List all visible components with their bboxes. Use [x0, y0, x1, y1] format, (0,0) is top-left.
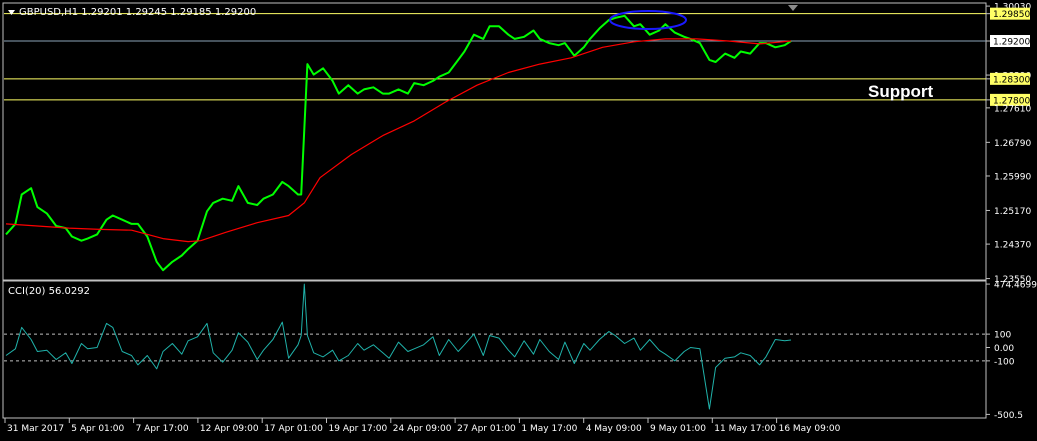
time-tick-label: 5 Apr 01:00 — [71, 424, 124, 434]
time-tick-label: 11 May 17:00 — [714, 424, 776, 434]
time-tick-label: 12 Apr 09:00 — [200, 424, 259, 434]
cci-axis: 474.4699 100 0.00 -100 -500.5 — [986, 281, 1037, 421]
price-chart[interactable]: 1.300301.298501.292001.283901.283001.278… — [0, 0, 1037, 441]
cci-tick-label: 0.00 — [994, 344, 1014, 354]
price-tick-label: 1.28300 — [993, 75, 1030, 85]
price-tick-label: 1.26790 — [994, 139, 1031, 149]
time-tick-label: 4 May 09:00 — [586, 424, 642, 434]
price-tick-label: 1.27610 — [994, 104, 1031, 114]
time-tick-label: 9 May 01:00 — [650, 424, 706, 434]
time-tick-label: 31 Mar 2017 — [7, 424, 64, 434]
time-tick-label: 19 Apr 17:00 — [329, 424, 388, 434]
price-tick-label: 1.25170 — [994, 207, 1031, 217]
time-axis: 31 Mar 2017 5 Apr 01:00 7 Apr 17:00 12 Apr … — [4, 418, 841, 434]
support-annotation: Support — [868, 82, 933, 101]
price-tick-label: 1.24370 — [994, 241, 1031, 251]
cci-panel — [2, 280, 987, 419]
time-tick-label: 7 Apr 17:00 — [136, 424, 189, 434]
cci-tick-label: 474.4699 — [994, 281, 1037, 291]
price-axis: 1.300301.298501.292001.283901.283001.278… — [986, 3, 1031, 285]
cci-title: CCI(20) 56.0292 — [8, 286, 90, 297]
price-tick-label: 1.29200 — [993, 38, 1030, 48]
time-tick-label: 24 Apr 09:00 — [393, 424, 452, 434]
price-tick-label: 1.29850 — [993, 10, 1030, 20]
time-tick-label: 1 May 17:00 — [521, 424, 577, 434]
time-tick-label: 16 May 09:00 — [779, 424, 841, 434]
price-tick-label: 1.25990 — [994, 172, 1031, 182]
main-title: GBPUSD,H1 1.29201 1.29245 1.29185 1.2920… — [19, 7, 256, 18]
cci-tick-label: -100 — [994, 357, 1015, 367]
cci-tick-label: 100 — [994, 331, 1011, 341]
time-tick-label: 17 Apr 01:00 — [264, 424, 323, 434]
cci-tick-label: -500.5 — [994, 411, 1023, 421]
main-panel — [2, 2, 987, 281]
time-tick-label: 27 Apr 01:00 — [457, 424, 516, 434]
